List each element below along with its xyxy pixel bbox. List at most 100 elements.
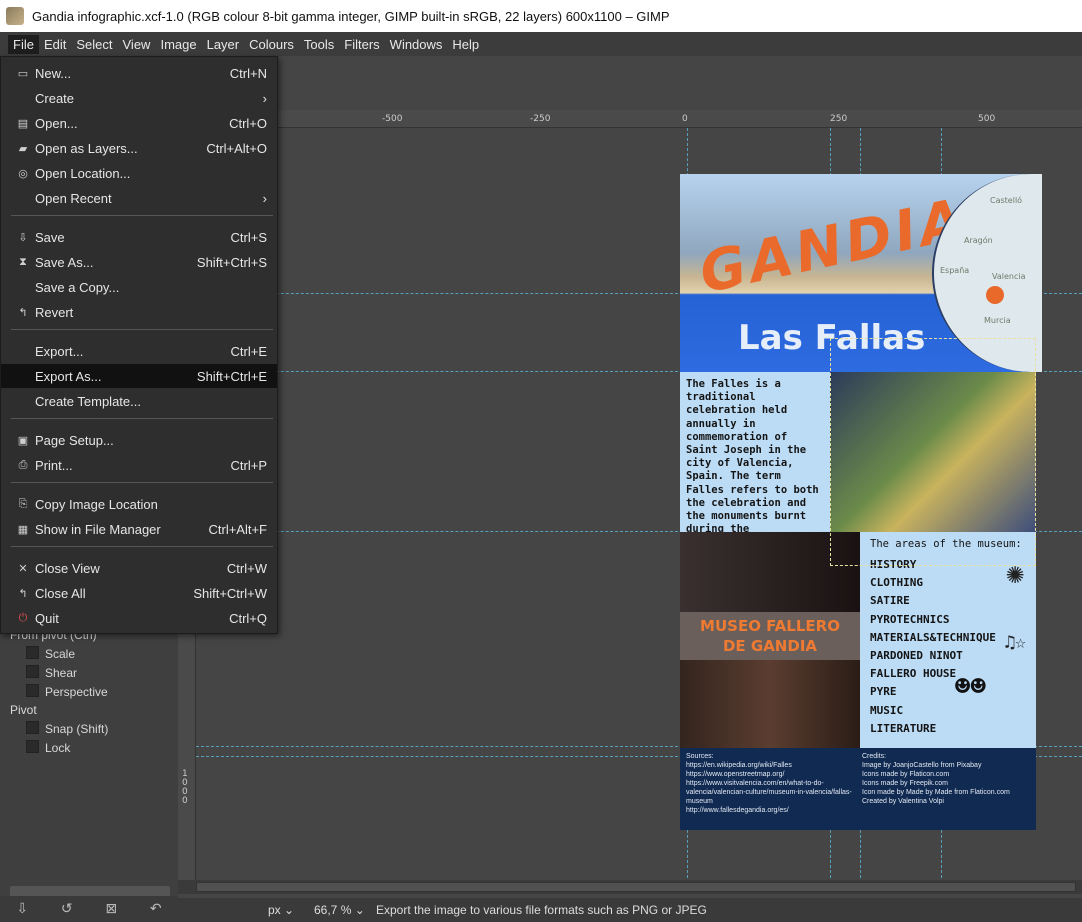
tool-options-footer: ⇩ ↺ ⊠ ↶	[0, 896, 178, 922]
menu-item-revert[interactable]: ↰ Revert	[1, 300, 277, 324]
ruler-label: 500	[978, 114, 996, 124]
lock-checkbox[interactable]: Lock	[26, 740, 70, 755]
menu-item-label: Open...	[35, 115, 78, 131]
area-item: PYROTECHNICS	[870, 612, 950, 626]
menu-item-shortcut: Shift+Ctrl+E	[196, 368, 267, 384]
area-item: CLOTHING	[870, 576, 923, 590]
menu-item-export[interactable]: Export... Ctrl+E	[1, 339, 277, 363]
menu-item-shortcut: Ctrl+E	[230, 343, 267, 359]
map-marker-icon	[986, 286, 1004, 304]
menu-separator	[11, 329, 273, 330]
scrollbar-thumb[interactable]	[196, 882, 1076, 892]
menu-windows[interactable]: Windows	[385, 35, 448, 54]
snap-checkbox[interactable]: Snap (Shift)	[26, 721, 108, 736]
menu-item-new[interactable]: ▭ New... Ctrl+N	[1, 61, 277, 85]
menu-filters[interactable]: Filters	[339, 35, 384, 54]
status-message: Export the image to various file formats…	[376, 903, 707, 917]
menu-item-create[interactable]: Create ›	[1, 86, 277, 110]
save-preset-icon[interactable]: ⇩	[16, 901, 28, 917]
menu-item-open-as-layers[interactable]: ▰ Open as Layers... Ctrl+Alt+O	[1, 136, 277, 160]
area-item: FALLERO HOUSE	[870, 667, 957, 681]
ruler-label: 0	[682, 114, 688, 124]
zoom-select[interactable]: 66,7 % ⌄	[314, 903, 370, 917]
menu-item-show-file-manager[interactable]: ▦ Show in File Manager Ctrl+Alt+F	[1, 517, 277, 541]
menu-edit[interactable]: Edit	[39, 35, 71, 54]
menu-item-create-template[interactable]: Create Template...	[1, 389, 277, 413]
menu-item-save[interactable]: ⇩ Save Ctrl+S	[1, 225, 277, 249]
menu-item-open-recent[interactable]: Open Recent ›	[1, 186, 277, 210]
close-icon: ✕	[18, 562, 28, 575]
image-canvas[interactable]: GANDIA Las Fallas Castelló Aragón España…	[196, 128, 1082, 878]
area-item: SATIRE	[870, 594, 910, 608]
delete-icon[interactable]: ⊠	[105, 901, 117, 917]
credit-line: Icons made by Freepik.com	[862, 780, 948, 787]
reset-icon[interactable]: ↶	[150, 901, 162, 917]
perspective-checkbox[interactable]: Perspective	[26, 684, 108, 699]
menu-item-shortcut: Ctrl+Q	[229, 610, 267, 626]
unit-select[interactable]: px ⌄	[268, 903, 314, 917]
horizontal-ruler: -500 -250 0 250 500	[196, 110, 1082, 128]
menu-item-close-view[interactable]: ✕ Close View Ctrl+W	[1, 556, 277, 580]
menu-select[interactable]: Select	[71, 35, 117, 54]
location-icon: ◎	[18, 167, 28, 180]
sources-column: Sources: https://en.wikipedia.org/wiki/F…	[686, 752, 856, 815]
menu-item-copy-location[interactable]: ⎘ Copy Image Location	[1, 492, 277, 516]
map-label: Valencia	[992, 272, 1026, 281]
credit-line: Icons made by Flaticon.com	[862, 771, 950, 778]
source-line: http://www.fallesdegandia.org/es/	[686, 807, 789, 814]
pivot-label: Pivot	[10, 703, 37, 717]
open-layers-icon: ▰	[18, 142, 28, 155]
credit-line: Credits:	[862, 753, 887, 760]
menu-item-export-as[interactable]: Export As... Shift+Ctrl+E	[1, 364, 277, 388]
museum-title-line2: DE GANDIA	[722, 637, 818, 655]
menu-item-label: Page Setup...	[35, 432, 114, 448]
credit-line: Icon made by Made by Made from Flaticon.…	[862, 789, 1010, 796]
menu-separator	[11, 215, 273, 216]
source-line: https://www.openstreetmap.org/	[686, 771, 785, 778]
revert-icon: ↰	[18, 306, 28, 319]
menu-item-close-all[interactable]: ↰ Close All Shift+Ctrl+W	[1, 581, 277, 605]
menu-item-shortcut: Ctrl+O	[229, 115, 267, 131]
save-as-icon: ⧗	[19, 255, 27, 268]
menu-item-label: Save a Copy...	[35, 279, 120, 295]
menu-item-save-as[interactable]: ⧗ Save As... Shift+Ctrl+S	[1, 250, 277, 274]
menu-tools[interactable]: Tools	[299, 35, 339, 54]
menu-item-save-copy[interactable]: Save a Copy...	[1, 275, 277, 299]
menu-item-label: Create Template...	[35, 393, 141, 409]
menubar: File Edit Select View Image Layer Colour…	[0, 32, 1082, 56]
menu-item-label: Print...	[35, 457, 73, 473]
menu-item-print[interactable]: ⎙ Print... Ctrl+P	[1, 453, 277, 477]
menu-item-label: New...	[35, 65, 72, 81]
menu-view[interactable]: View	[118, 35, 156, 54]
restore-icon[interactable]: ↺	[61, 901, 73, 917]
menu-item-page-setup[interactable]: ▣ Page Setup...	[1, 428, 277, 452]
menu-item-label: Revert	[35, 304, 74, 320]
new-icon: ▭	[17, 67, 29, 80]
museum-title: MUSEO FALLERO DE GANDIA	[680, 612, 860, 660]
menu-layer[interactable]: Layer	[202, 35, 245, 54]
scale-checkbox[interactable]: Scale	[26, 646, 75, 661]
menu-file[interactable]: File	[8, 34, 39, 54]
window-titlebar: Gandia infographic.xcf-1.0 (RGB colour 8…	[0, 0, 1082, 32]
ruler-label: -500	[382, 114, 403, 124]
menu-colours[interactable]: Colours	[244, 35, 299, 54]
quit-icon: ⏻	[18, 611, 28, 624]
zoom-value: 66,7 %	[314, 903, 352, 917]
ruler-label: 1000	[182, 769, 188, 806]
area-item: PYRE	[870, 685, 897, 699]
shear-checkbox[interactable]: Shear	[26, 665, 77, 680]
menu-item-quit[interactable]: ⏻ Quit Ctrl+Q	[1, 606, 277, 630]
menu-item-open-location[interactable]: ◎ Open Location...	[1, 161, 277, 185]
menu-item-open[interactable]: ▤ Open... Ctrl+O	[1, 111, 277, 135]
layer-boundary	[830, 338, 1036, 566]
menu-help[interactable]: Help	[447, 35, 484, 54]
map-label: Aragón	[964, 236, 993, 245]
menu-item-shortcut: Ctrl+W	[226, 560, 267, 576]
menu-separator	[11, 418, 273, 419]
save-icon: ⇩	[18, 231, 28, 244]
area-item: PARDONED NINOT	[870, 649, 963, 663]
menu-item-shortcut: Ctrl+N	[229, 65, 267, 81]
menu-image[interactable]: Image	[155, 35, 201, 54]
canvas-horizontal-scrollbar[interactable]	[178, 880, 1082, 894]
menu-item-label: Quit	[35, 610, 59, 626]
